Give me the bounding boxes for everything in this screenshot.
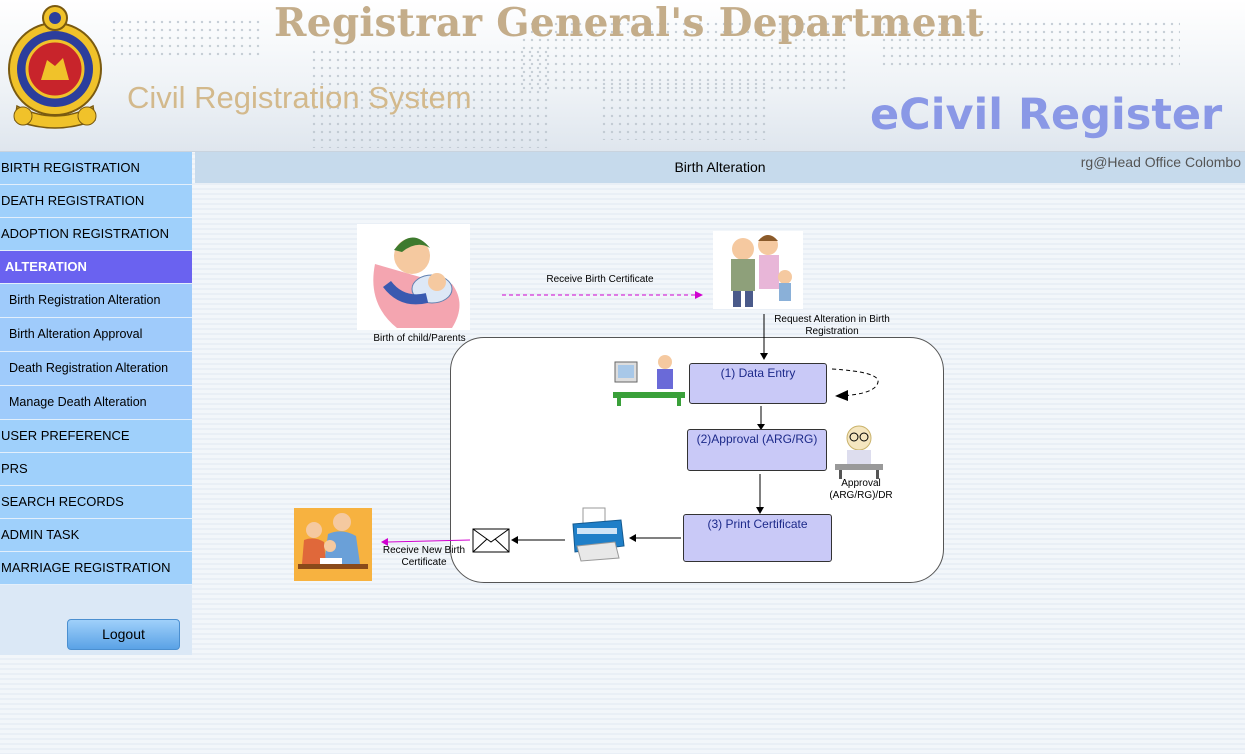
content-title-bar: Birth Alteration rg@Head Office Colombo (195, 152, 1245, 183)
sidebar-item-birth-alteration-approval[interactable]: Birth Alteration Approval (0, 318, 192, 352)
arrow-left-icon (629, 534, 681, 542)
receive-birth-certificate-label: Receive Birth Certificate (546, 274, 654, 285)
approval-label-line1: Approval (841, 478, 881, 489)
logout-button[interactable]: Logout (67, 619, 180, 650)
request-alteration-label: Request Alteration in Birth Registration (767, 314, 897, 338)
sidebar-item-marriage-registration[interactable]: MARRIAGE REGISTRATION (0, 552, 192, 585)
approver-icon (835, 425, 883, 479)
arrow-down-icon (756, 474, 764, 514)
envelope-icon (472, 528, 510, 553)
arrow-left-icon (511, 536, 565, 544)
sidebar-item-death-registration[interactable]: DEATH REGISTRATION (0, 185, 192, 218)
birth-of-child-label: Birth of child/Parents (373, 333, 466, 344)
sidebar-item-manage-death-alteration[interactable]: Manage Death Alteration (0, 386, 192, 420)
receive-new-certificate-label-line2: Certificate (401, 557, 447, 568)
approval-label: Approval (ARG/RG)/DR (826, 478, 896, 502)
sidebar-item-adoption-registration[interactable]: ADOPTION REGISTRATION (0, 218, 192, 251)
sidebar-item-alteration[interactable]: ALTERATION (0, 251, 192, 284)
sidebar-item-death-registration-alteration[interactable]: Death Registration Alteration (0, 352, 192, 386)
step-data-entry: (1) Data Entry (689, 363, 827, 404)
approval-label-line2: (ARG/RG)/DR (829, 490, 893, 501)
family-reading-icon (294, 508, 372, 581)
sidebar-item-birth-registration[interactable]: BIRTH REGISTRATION (0, 152, 192, 185)
sidebar-item-user-preference[interactable]: USER PREFERENCE (0, 420, 192, 453)
arrow-down-icon (757, 406, 765, 430)
system-title: Civil Registration System (127, 80, 472, 115)
sidebar-nav: BIRTH REGISTRATION DEATH REGISTRATION AD… (0, 152, 192, 655)
user-info: rg@Head Office Colombo (1080, 154, 1241, 170)
app-title: eCivil Register (870, 90, 1223, 140)
computer-operator-icon (613, 355, 685, 406)
step-approval: (2)Approval (ARG/RG) (687, 429, 827, 471)
receive-new-certificate-label-line1: Receive New Birth (382, 545, 466, 556)
step-print-certificate: (3) Print Certificate (683, 514, 832, 562)
receive-new-certificate-label: Receive New Birth Certificate (378, 545, 470, 569)
magenta-arrow-right-icon (502, 291, 703, 299)
site-header: Registrar General's Department Civil Reg… (0, 0, 1245, 152)
sidebar-item-admin-task[interactable]: ADMIN TASK (0, 519, 192, 552)
loop-arrow-icon (831, 368, 879, 401)
sri-lanka-emblem-icon (8, 5, 102, 129)
arrow-down-icon (760, 314, 768, 360)
sidebar-item-birth-registration-alteration[interactable]: Birth Registration Alteration (0, 284, 192, 318)
parent-with-baby-icon (357, 224, 470, 330)
sidebar-item-search-records[interactable]: SEARCH RECORDS (0, 486, 192, 519)
request-alteration-label-line1: Request Alteration in Birth (774, 314, 890, 325)
sidebar-item-prs[interactable]: PRS (0, 453, 192, 486)
request-alteration-label-line2: Registration (805, 326, 859, 337)
printer-icon (572, 507, 625, 562)
department-title: Registrar General's Department (274, 0, 984, 46)
family-icon (713, 231, 803, 309)
